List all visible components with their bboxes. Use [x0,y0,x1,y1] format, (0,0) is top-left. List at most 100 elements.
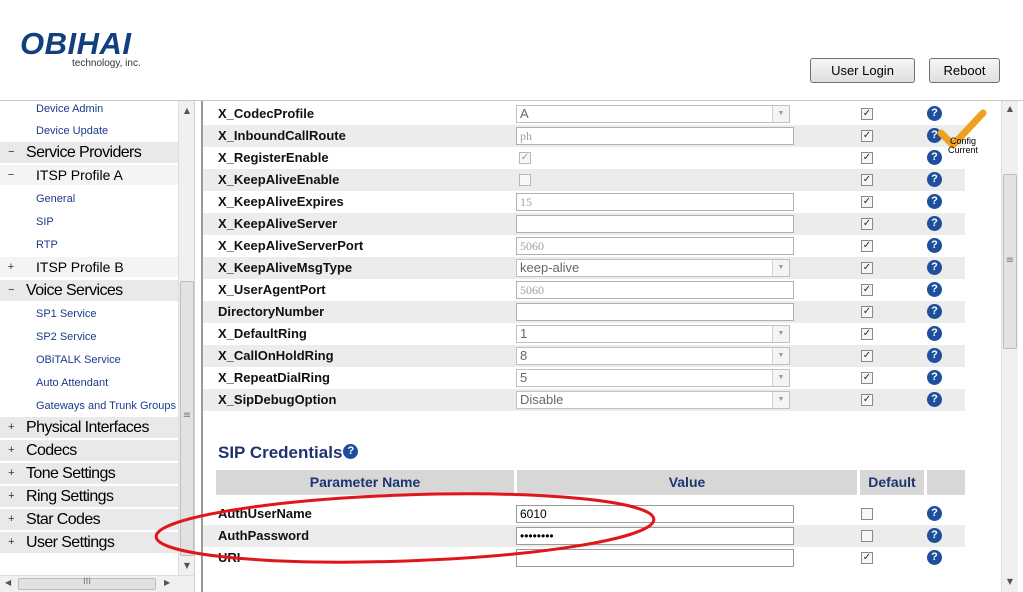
scroll-left-icon[interactable]: ◀ [5,578,11,587]
sidebar-hscroll-thumb[interactable]: III [18,577,156,590]
help-icon[interactable]: ? [927,348,942,363]
x-keepaliveexpires-input[interactable]: 15 [516,193,794,211]
x-codecprofile-select[interactable]: A ▼ [516,105,790,123]
sidebar-item-obitalk-service[interactable]: OBiTALK Service [36,352,121,368]
default-checkbox[interactable]: ✓ [861,328,873,340]
directorynumber-input[interactable] [516,303,794,321]
chevron-down-icon[interactable]: ▼ [772,392,789,408]
sidebar-item-ring-settings[interactable]: + Ring Settings [0,486,178,507]
parameter-name: X_DefaultRing [218,326,307,341]
default-checkbox[interactable]: ✓ [861,152,873,164]
chevron-down-icon[interactable]: ▼ [772,326,789,342]
x-keepaliveserverport-input[interactable]: 5060 [516,237,794,255]
sidebar-item-service-providers[interactable]: − Service Providers [0,142,178,163]
sidebar-item-rtp[interactable]: RTP [36,237,58,253]
help-icon[interactable]: ? [927,194,942,209]
x-defaultring-select[interactable]: 1 ▼ [516,325,790,343]
sidebar-item-auto-attendant[interactable]: Auto Attendant [36,375,108,391]
default-checkbox[interactable] [861,508,873,520]
sidebar-horizontal-scrollbar[interactable]: ◀ III ▶ [0,575,194,592]
help-icon[interactable]: ? [927,282,942,297]
default-checkbox[interactable]: ✓ [861,240,873,252]
x-keepaliveenable-checkbox[interactable] [519,174,531,186]
expand-icon[interactable]: + [6,532,16,553]
expand-icon[interactable]: + [6,417,16,438]
default-checkbox[interactable]: ✓ [861,108,873,120]
x-inboundcallroute-input[interactable]: ph [516,127,794,145]
sidebar-item-sip[interactable]: SIP [36,214,54,230]
default-checkbox[interactable]: ✓ [861,262,873,274]
sidebar-scroll-thumb[interactable]: ≡ [180,281,194,556]
x-registerenable-checkbox[interactable]: ✓ [519,152,531,164]
user-login-button[interactable]: User Login [810,58,915,83]
chevron-down-icon[interactable]: ▼ [772,260,789,276]
chevron-down-icon[interactable]: ▼ [772,106,789,122]
default-checkbox[interactable]: ✓ [861,306,873,318]
sidebar-item-user-settings[interactable]: + User Settings [0,532,178,553]
default-checkbox[interactable]: ✓ [861,284,873,296]
expand-icon[interactable]: + [6,463,16,484]
default-checkbox[interactable]: ✓ [861,394,873,406]
help-icon[interactable]: ? [927,528,942,543]
default-checkbox[interactable] [861,530,873,542]
default-checkbox[interactable]: ✓ [861,174,873,186]
help-icon[interactable]: ? [927,172,942,187]
x-callonholdring-select[interactable]: 8 ▼ [516,347,790,365]
help-icon[interactable]: ? [927,260,942,275]
x-sipdebugoption-select[interactable]: Disable ▼ [516,391,790,409]
scroll-down-icon[interactable]: ▼ [1002,577,1018,586]
sidebar-item-sp2-service[interactable]: SP2 Service [36,329,97,345]
sidebar-item-star-codes[interactable]: + Star Codes [0,509,178,530]
sidebar-item-gateways-and-trunk-groups[interactable]: Gateways and Trunk Groups [36,398,176,414]
scroll-right-icon[interactable]: ▶ [164,578,170,587]
expand-icon[interactable]: + [6,486,16,507]
chevron-down-icon[interactable]: ▼ [772,370,789,386]
sidebar-item-itsp-profile-a[interactable]: − ITSP Profile A [0,165,178,185]
help-icon[interactable]: ? [927,304,942,319]
sidebar-item-voice-services[interactable]: − Voice Services [0,280,178,301]
sidebar-item-device-update[interactable]: Device Update [36,123,108,139]
default-checkbox[interactable]: ✓ [861,130,873,142]
sidebar-item-general[interactable]: General [36,191,75,207]
help-icon[interactable]: ? [927,506,942,521]
chevron-down-icon[interactable]: ▼ [772,348,789,364]
x-repeatdialring-select[interactable]: 5 ▼ [516,369,790,387]
default-checkbox[interactable]: ✓ [861,552,873,564]
help-icon[interactable]: ? [343,444,359,460]
reboot-button[interactable]: Reboot [929,58,1000,83]
help-icon[interactable]: ? [927,326,942,341]
collapse-icon[interactable]: − [6,280,16,301]
main-vertical-scrollbar[interactable]: ▲ ≡ ▼ [1001,101,1018,592]
help-icon[interactable]: ? [927,370,942,385]
authpassword-input[interactable]: •••••••• [516,527,794,545]
help-icon[interactable]: ? [927,238,942,253]
main-scroll-thumb[interactable]: ≡ [1003,174,1017,349]
sidebar-item-codecs[interactable]: + Codecs [0,440,178,461]
x-useragentport-input[interactable]: 5060 [516,281,794,299]
sidebar-item-physical-interfaces[interactable]: + Physical Interfaces [0,417,178,438]
help-icon[interactable]: ? [927,392,942,407]
scroll-up-icon[interactable]: ▲ [1002,104,1018,113]
expand-icon[interactable]: + [6,257,16,277]
x-keepaliveserver-input[interactable] [516,215,794,233]
help-icon[interactable]: ? [927,550,942,565]
sidebar-item-device-admin[interactable]: Device Admin [36,101,103,117]
sidebar-item-sp1-service[interactable]: SP1 Service [36,306,97,322]
default-checkbox[interactable]: ✓ [861,196,873,208]
expand-icon[interactable]: + [6,440,16,461]
sidebar-item-tone-settings[interactable]: + Tone Settings [0,463,178,484]
scroll-up-icon[interactable]: ▲ [179,106,194,115]
help-icon[interactable]: ? [927,216,942,231]
default-checkbox[interactable]: ✓ [861,218,873,230]
uri-input[interactable] [516,549,794,567]
sidebar-item-itsp-profile-b[interactable]: + ITSP Profile B [0,257,178,277]
default-checkbox[interactable]: ✓ [861,372,873,384]
collapse-icon[interactable]: − [6,165,16,185]
collapse-icon[interactable]: − [6,142,16,163]
scroll-down-icon[interactable]: ▼ [179,561,194,570]
default-checkbox[interactable]: ✓ [861,350,873,362]
authusername-input[interactable]: 6010 [516,505,794,523]
sidebar-vertical-scrollbar[interactable]: ▲ ≡ ▼ [178,101,194,575]
x-keepalivemsgtype-select[interactable]: keep-alive ▼ [516,259,790,277]
expand-icon[interactable]: + [6,509,16,530]
